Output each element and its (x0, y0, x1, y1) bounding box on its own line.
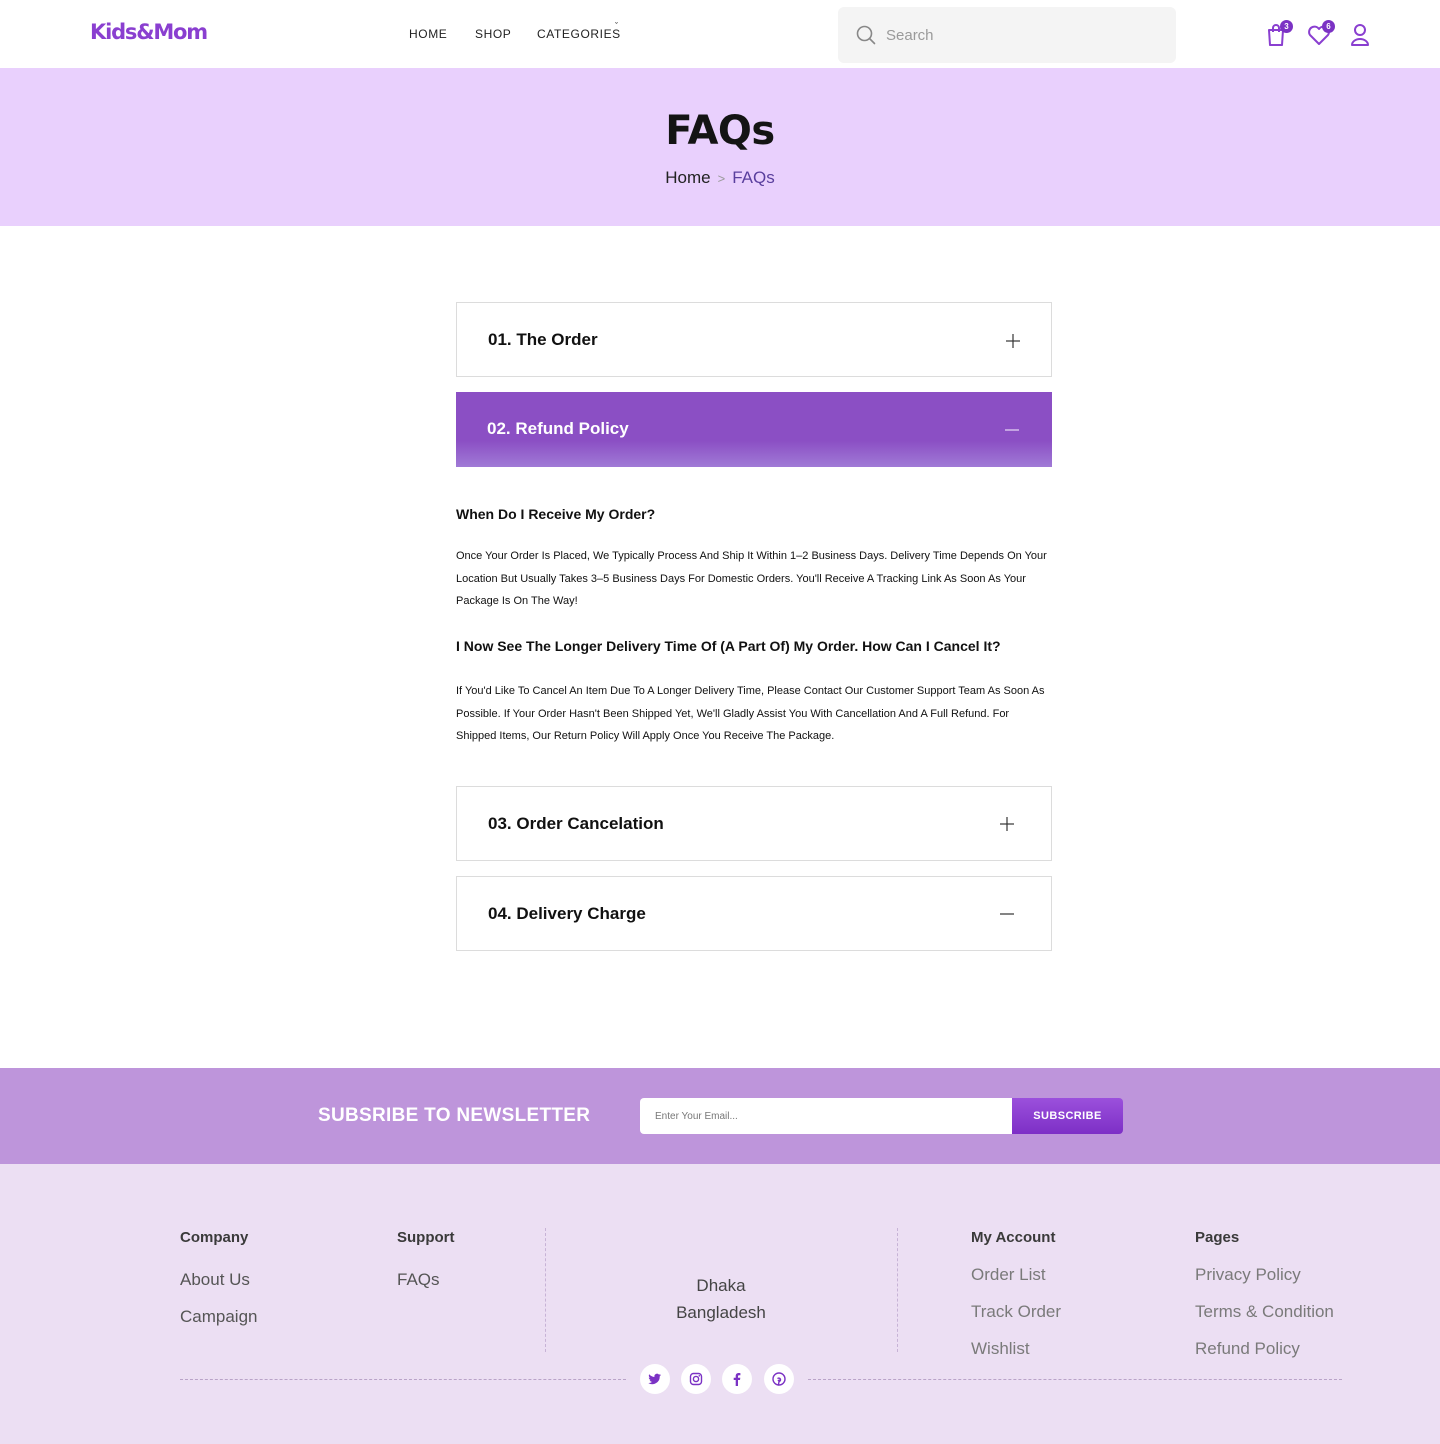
pinterest-button[interactable] (764, 1364, 794, 1394)
plus-icon (1000, 817, 1014, 831)
pinterest-icon (772, 1372, 786, 1386)
faq-item-the-order[interactable]: 01. The Order (456, 302, 1052, 377)
site-footer: Company About Us Campaign Support FAQs D… (0, 1164, 1440, 1444)
twitter-icon (648, 1373, 661, 1385)
faq-answer: If You'd Like To Cancel An Item Due To A… (456, 685, 1045, 742)
search-box (838, 7, 1176, 63)
footer-account-heading: My Account (971, 1229, 1056, 1246)
footer-link-privacy-policy[interactable]: Privacy Policy (1195, 1265, 1301, 1285)
nav-home[interactable]: HOME (409, 27, 447, 41)
search-icon (856, 25, 876, 45)
address-city: Dhaka (696, 1276, 746, 1295)
page-title: FAQs (665, 108, 775, 154)
faq-question: When Do I Receive My Order? (456, 506, 656, 522)
footer-address: Dhaka Bangladesh (621, 1272, 821, 1326)
newsletter-email-input[interactable] (640, 1098, 1012, 1134)
faq-item-title: 02. Refund Policy (487, 419, 629, 438)
faq-item-title: 03. Order Cancelation (488, 814, 664, 833)
footer-rule-right (808, 1379, 1342, 1380)
chevron-down-icon: ˇ (615, 21, 618, 31)
footer-link-track-order[interactable]: Track Order (971, 1302, 1061, 1322)
footer-link-campaign[interactable]: Campaign (180, 1307, 258, 1327)
footer-link-faqs[interactable]: FAQs (397, 1270, 440, 1290)
faq-item-title: 04. Delivery Charge (488, 904, 646, 923)
breadcrumb-current: FAQs (732, 168, 775, 187)
address-country: Bangladesh (676, 1303, 766, 1322)
footer-support-heading: Support (397, 1229, 455, 1246)
plus-icon (1006, 334, 1020, 348)
subscribe-button[interactable]: SUBSCRIBE (1012, 1098, 1123, 1134)
newsletter-title: SUBSRIBE TO NEWSLETTER (318, 1105, 591, 1126)
footer-link-terms[interactable]: Terms & Condition (1195, 1302, 1334, 1322)
footer-link-order-list[interactable]: Order List (971, 1265, 1046, 1285)
faq-question: I Now See The Longer Delivery Time Of (A… (456, 638, 1001, 654)
facebook-icon (733, 1373, 741, 1386)
instagram-icon (689, 1372, 703, 1386)
footer-link-about-us[interactable]: About Us (180, 1270, 250, 1290)
faq-item-title: 01. The Order (488, 330, 598, 349)
instagram-button[interactable] (681, 1364, 711, 1394)
faq-item-delivery-charge[interactable]: 04. Delivery Charge (456, 876, 1052, 951)
cart-count-badge: 3 (1280, 20, 1293, 33)
footer-pages-heading: Pages (1195, 1229, 1240, 1246)
facebook-button[interactable] (722, 1364, 752, 1394)
wishlist-count-badge: 6 (1322, 20, 1335, 33)
breadcrumb-home[interactable]: Home (665, 168, 710, 187)
nav-shop[interactable]: SHOP (475, 27, 511, 41)
wishlist-button[interactable]: 6 (1306, 20, 1335, 48)
account-button[interactable] (1348, 22, 1374, 48)
footer-company-heading: Company (180, 1229, 249, 1246)
breadcrumb-separator: > (717, 171, 726, 186)
breadcrumb: Home > FAQs (0, 168, 1440, 188)
page-hero: FAQs Home > FAQs (0, 68, 1440, 226)
logo[interactable]: Kids&Mom (90, 20, 208, 44)
footer-divider (545, 1228, 546, 1352)
minus-icon (1005, 429, 1019, 431)
minus-icon (1000, 913, 1014, 915)
cart-button[interactable]: 3 (1264, 20, 1293, 48)
user-icon (1351, 24, 1369, 46)
nav-categories[interactable]: CATEGORIES (537, 27, 621, 41)
search-input[interactable] (886, 21, 1156, 49)
twitter-button[interactable] (640, 1364, 670, 1394)
faq-item-order-cancelation[interactable]: 03. Order Cancelation (456, 786, 1052, 861)
footer-divider (897, 1228, 898, 1352)
faq-item-refund-policy[interactable]: 02. Refund Policy (456, 392, 1052, 467)
footer-link-wishlist[interactable]: Wishlist (971, 1339, 1030, 1359)
newsletter-bar: SUBSRIBE TO NEWSLETTER SUBSCRIBE (0, 1068, 1440, 1164)
footer-link-refund-policy[interactable]: Refund Policy (1195, 1339, 1300, 1359)
faq-answer: Once Your Order Is Placed, We Typically … (456, 550, 1047, 607)
footer-rule-left (180, 1379, 626, 1380)
site-header: Kids&Mom HOME SHOP CATEGORIES ˇ 3 6 (0, 0, 1440, 68)
